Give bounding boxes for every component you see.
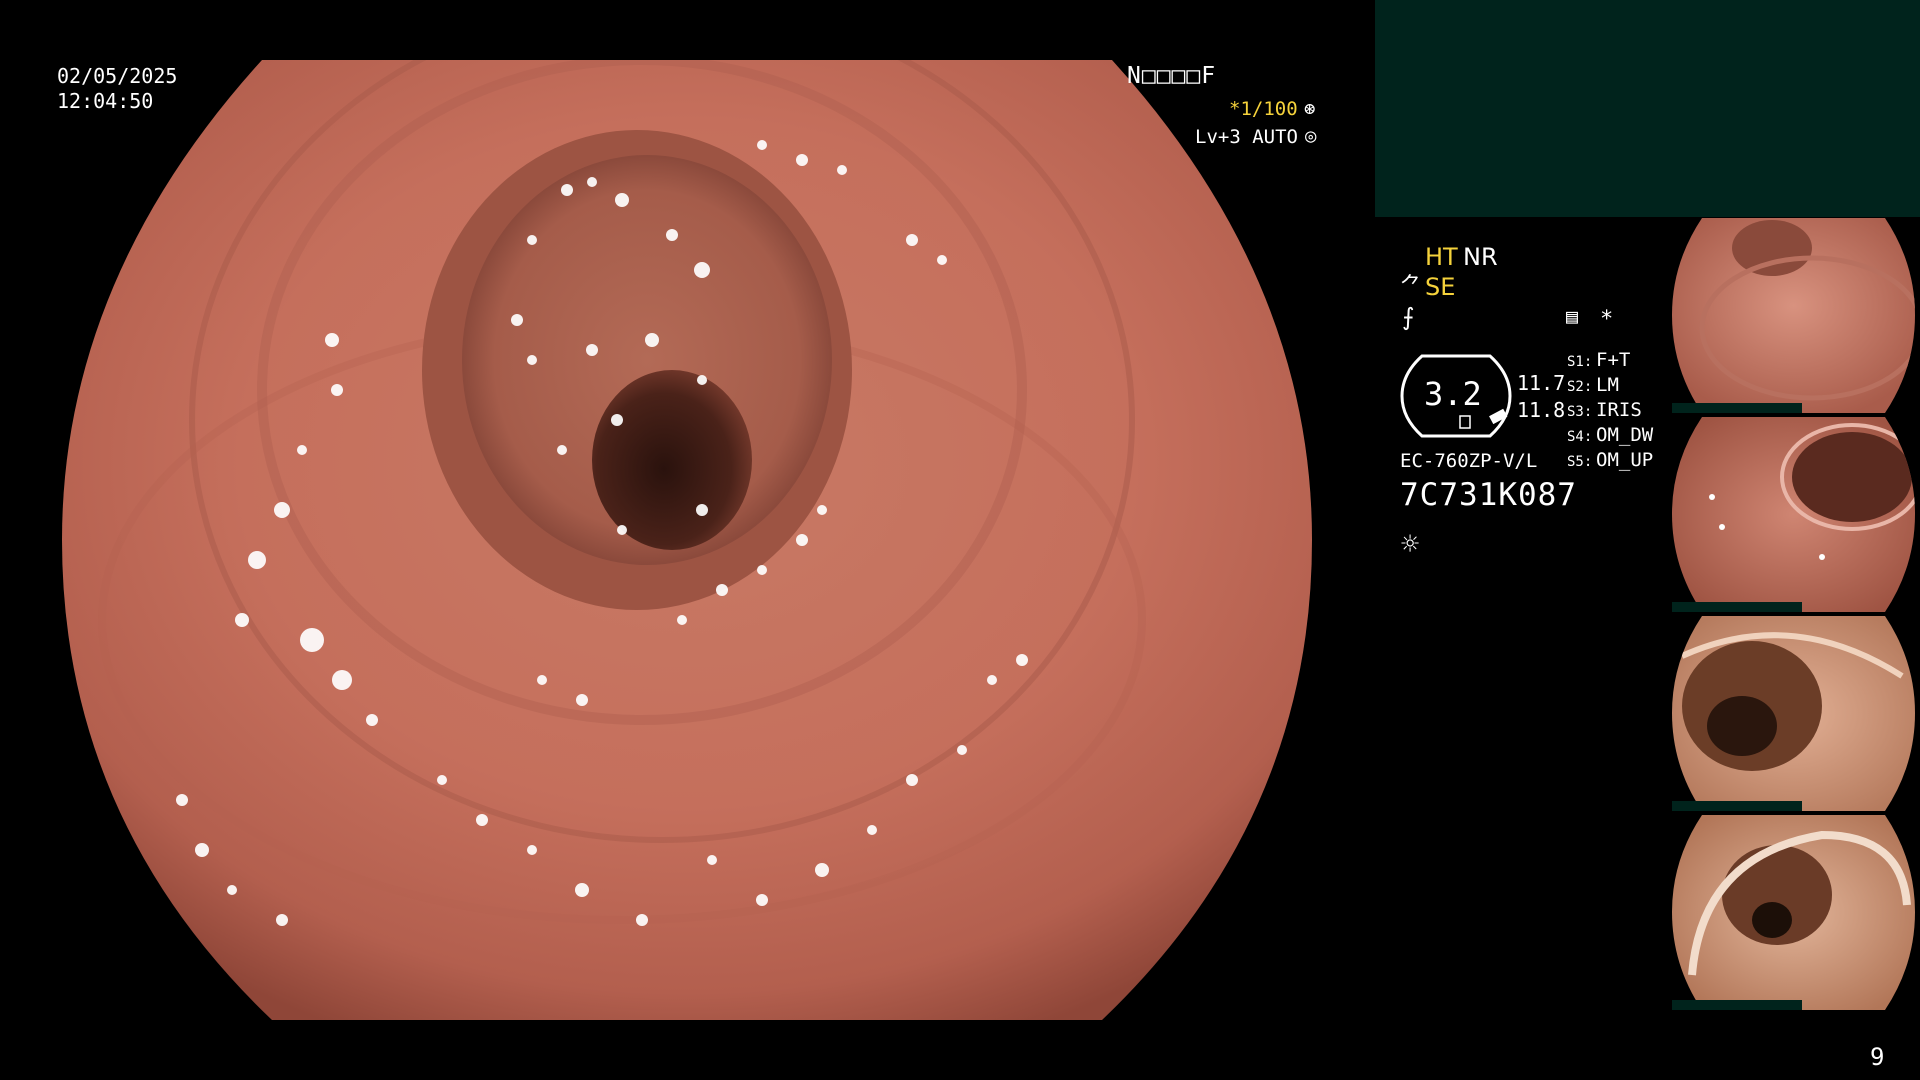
capture-thumbnail[interactable] bbox=[1672, 616, 1915, 811]
light-source-icon: ☼ bbox=[1401, 527, 1420, 562]
pressure-value-2: 11.8 bbox=[1517, 398, 1566, 422]
se-mode-icon: ⺈ bbox=[1400, 274, 1423, 299]
thumbnail-bar bbox=[1672, 602, 1802, 612]
preset-key: S1: bbox=[1567, 354, 1593, 370]
auto-icon: ◎ bbox=[1305, 125, 1317, 147]
star-icon: * bbox=[1600, 307, 1614, 332]
endoscopy-screen: 02/05/2025 12:04:50 N□□□□F *1/100 ⊛ Lv+3… bbox=[0, 0, 1920, 1080]
nr-indicator: NR bbox=[1463, 243, 1498, 271]
preset-value: OM_DW bbox=[1596, 424, 1654, 446]
se-indicator: SE bbox=[1425, 273, 1456, 301]
capture-thumbnail[interactable] bbox=[1672, 218, 1915, 413]
preset-value: OM_UP bbox=[1596, 449, 1654, 471]
capture-thumbnail[interactable] bbox=[1672, 417, 1915, 612]
ht-indicator: HT bbox=[1425, 243, 1458, 271]
function-icon: ⨍ bbox=[1402, 303, 1415, 331]
shutter-speed: *1/100 bbox=[1229, 98, 1298, 120]
scope-serial: 7C731K087 bbox=[1400, 477, 1577, 513]
page-number: 9 bbox=[1870, 1043, 1885, 1071]
brightness-level: Lv+3 AUTO bbox=[1195, 126, 1298, 148]
info-panel-header bbox=[1375, 0, 1920, 217]
preset-value: LM bbox=[1596, 374, 1619, 396]
iris-icon: ⊛ bbox=[1304, 98, 1316, 120]
preset-value: IRIS bbox=[1596, 399, 1642, 421]
endoscopic-main-view bbox=[62, 60, 1312, 1020]
scope-gauge-value: 3.2 bbox=[1424, 375, 1482, 413]
pressure-value-1: 11.7 bbox=[1517, 371, 1566, 395]
preset-key: S5: bbox=[1567, 454, 1593, 470]
thumbnail-bar bbox=[1672, 403, 1802, 413]
thumbnail-bar bbox=[1672, 801, 1802, 811]
exam-date: 02/05/2025 bbox=[57, 64, 178, 88]
preset-value: F+T bbox=[1596, 349, 1631, 371]
capture-thumbnail[interactable] bbox=[1672, 815, 1915, 1010]
thumbnail-bar bbox=[1672, 1000, 1802, 1010]
preset-key: S2: bbox=[1567, 379, 1593, 395]
scope-model: EC-760ZP-V/L bbox=[1400, 450, 1538, 472]
mode-indicator: N□□□□F bbox=[1127, 63, 1217, 89]
preset-key: S4: bbox=[1567, 429, 1593, 445]
document-icon: ▤ bbox=[1566, 304, 1579, 328]
preset-key: S3: bbox=[1567, 404, 1593, 420]
exam-time: 12:04:50 bbox=[57, 89, 154, 113]
